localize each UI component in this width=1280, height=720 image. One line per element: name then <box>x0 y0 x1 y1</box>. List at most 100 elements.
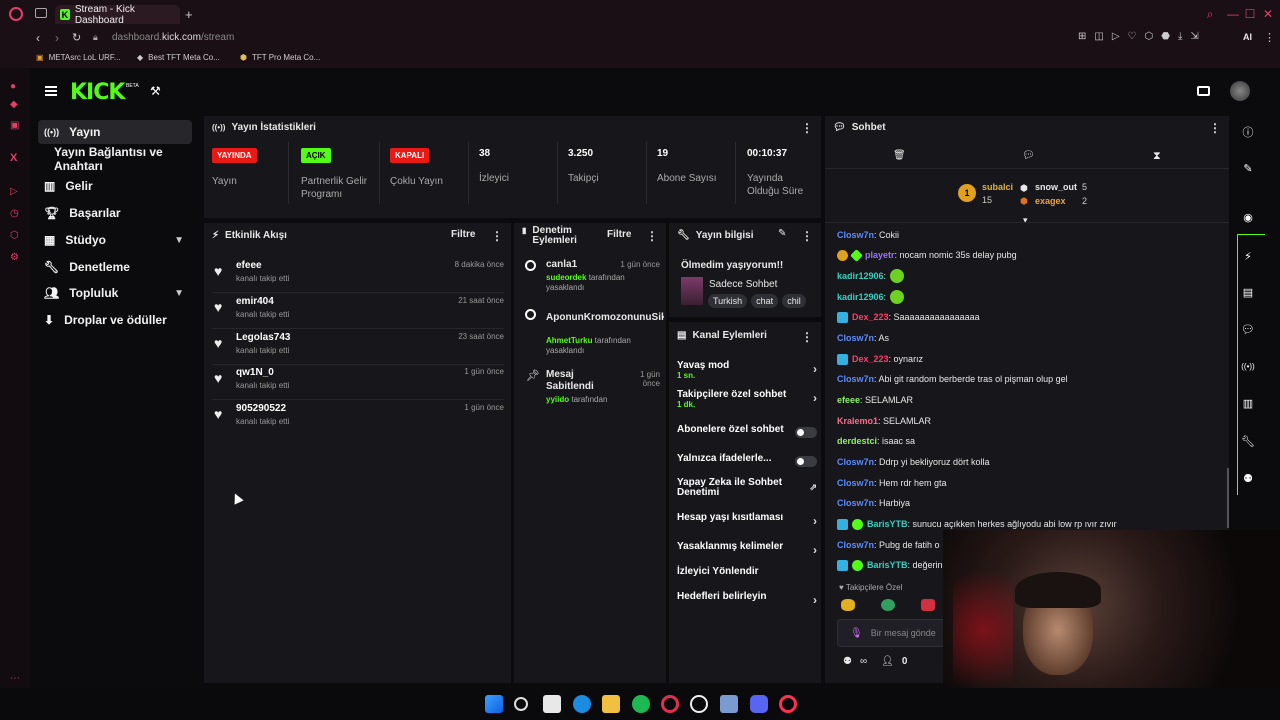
kebab-menu-icon[interactable]: ⋮ <box>801 229 813 243</box>
action-goals[interactable]: Hedefleri belirleyin › <box>677 591 817 607</box>
action-followers-only[interactable]: Takipçilere özel sohbet 1 dk. › <box>677 389 817 409</box>
menu-icon[interactable]: ⋮ <box>1264 31 1275 44</box>
toggle-switch[interactable] <box>795 427 817 438</box>
reload-icon[interactable]: ↻ <box>72 31 81 44</box>
url-field[interactable]: dashboard.kick.com/stream <box>112 32 234 43</box>
store-icon[interactable] <box>543 695 561 713</box>
toggle-switch[interactable] <box>795 456 817 467</box>
chat-message[interactable]: kadir12906: <box>837 288 1227 306</box>
microphone-icon[interactable]: 🎙︎ <box>850 628 863 639</box>
tag[interactable]: Turkish <box>708 294 748 308</box>
sidebar-app-icon[interactable]: ◆ <box>10 99 18 110</box>
sidebar-app-icon[interactable]: ▷ <box>10 186 18 197</box>
back-icon[interactable]: ‹ <box>36 31 40 45</box>
sidebar-item-achievements[interactable]: 🏆︎ Başarılar <box>38 201 192 225</box>
theater-mode-icon[interactable] <box>1197 86 1210 96</box>
pencil-icon[interactable]: ✎ <box>1232 156 1264 180</box>
action-account-age[interactable]: Hesap yaşı kısıtlaması › <box>677 512 817 528</box>
app-icon[interactable] <box>720 695 738 713</box>
minimize-icon[interactable]: — <box>1225 6 1241 22</box>
list-item[interactable]: ♥ 905290522 kanalı takip etti 1 gün önce <box>212 400 504 436</box>
chat-message[interactable]: Closw7n: Harbiya <box>837 494 1227 512</box>
kebab-menu-icon[interactable]: ⋮ <box>491 229 503 243</box>
search-icon[interactable]: ⌕ <box>1202 6 1218 22</box>
emote-icon[interactable] <box>841 599 855 611</box>
action-banned-words[interactable]: Yasaklanmış kelimeler › <box>677 541 817 557</box>
whatsapp-icon[interactable] <box>690 695 708 713</box>
sidebar-item-drops[interactable]: ⬇ Droplar ve ödüller <box>38 308 192 332</box>
chat-message[interactable]: Closw7n: Cokii <box>837 226 1227 244</box>
list-item[interactable]: ♥ emir404 kanalı takip etti 21 saat önce <box>212 293 504 329</box>
collapse-icon[interactable]: ▾ <box>1023 215 1028 226</box>
action-slow-mode[interactable]: Yavaş mod 1 sn. › <box>677 360 817 380</box>
sidebar-app-icon[interactable]: ⬡ <box>10 230 19 241</box>
chat-message[interactable]: playetr: nocam nomic 35s delay pubg <box>837 246 1227 264</box>
hammer-icon[interactable]: ⚒ <box>150 84 161 98</box>
infinity-icon[interactable]: ∞ <box>860 656 867 667</box>
spotify-icon[interactable] <box>632 695 650 713</box>
list-item[interactable]: ♥ qw1N_0 kanalı takip etti 1 gün önce <box>212 364 504 400</box>
category-name[interactable]: Sadece Sohbet <box>709 279 777 290</box>
sidebar-item-moderation[interactable]: 🔧︎ Denetleme <box>38 255 192 279</box>
users-icon[interactable]: ⚉ <box>843 656 852 667</box>
list-item[interactable]: ♥ efeee kanalı takip etti 8 dakika önce <box>212 257 504 293</box>
action-subs-only[interactable]: Abonelere özel sohbet <box>677 424 817 438</box>
chat-input[interactable]: 🎙︎ Bir mesaj gönde <box>837 619 945 647</box>
settings-icon[interactable]: ⚙ <box>10 252 19 263</box>
tab-overview-icon[interactable] <box>35 8 47 18</box>
opera-icon[interactable] <box>661 695 679 713</box>
windows-start-icon[interactable] <box>485 695 503 713</box>
action-emotes-only[interactable]: Yalnızca ifadelerle... <box>677 453 817 467</box>
sidebar-app-icon[interactable]: ◷ <box>10 208 19 219</box>
action-ai-moderation[interactable]: Yapay Zeka ile Sohbet Denetimi ⇗ <box>677 478 817 498</box>
chat-message[interactable]: kadir12906: <box>837 267 1227 285</box>
search-icon[interactable] <box>514 697 528 711</box>
opera-logo-icon[interactable] <box>9 7 23 21</box>
chat-message[interactable]: Closw7n: Hem rdr hem gta <box>837 474 1227 492</box>
tag[interactable]: chil <box>782 294 806 308</box>
chat-bubble-icon[interactable]: 💬︎ <box>1022 150 1035 161</box>
kebab-menu-icon[interactable]: ⋮ <box>1209 121 1221 135</box>
kebab-menu-icon[interactable]: ⋮ <box>801 330 813 344</box>
kebab-menu-icon[interactable]: ⋮ <box>801 121 813 135</box>
emote-icon[interactable] <box>881 599 895 611</box>
discord-icon[interactable] <box>750 695 768 713</box>
sidebar-item-stream[interactable]: ((•)) Yayın <box>38 120 192 144</box>
sidebar-item-stream-key[interactable]: Yayın Bağlantısı ve Anahtarı <box>38 145 208 173</box>
close-icon[interactable]: ✕ <box>1260 6 1276 22</box>
filter-button[interactable]: Filtre <box>451 229 475 240</box>
action-raid[interactable]: İzleyici Yönlendir <box>677 566 817 577</box>
bookmark-item[interactable]: ⬢ TFT Pro Meta Co... <box>240 53 320 62</box>
filter-button[interactable]: Filtre <box>607 229 631 240</box>
sidebar-app-icon[interactable]: ▣ <box>10 120 19 131</box>
browser-tab[interactable]: K Stream - Kick Dashboard <box>55 4 180 26</box>
sidebar-app-icon[interactable]: X <box>10 152 17 164</box>
folder-icon[interactable] <box>602 695 620 713</box>
sidebar-item-studio[interactable]: ▦ Stüdyo ▼ <box>38 228 192 252</box>
chat-message[interactable]: Closw7n: Ddrp yi bekliyoruz dört kolla <box>837 453 1227 471</box>
sidebar-item-community[interactable]: 👥︎ Topluluk ▼ <box>38 281 192 305</box>
edge-icon[interactable] <box>573 695 591 713</box>
sidebar-item-revenue[interactable]: ▥ Gelir <box>38 174 192 198</box>
emote-icon[interactable] <box>921 599 935 611</box>
list-item[interactable]: ♥ Legolas743 kanalı takip etti 23 saat önce <box>212 329 504 365</box>
trash-icon[interactable]: 🗑︎ <box>893 150 906 161</box>
ai-button[interactable]: AI <box>1243 32 1252 42</box>
scrollbar[interactable] <box>1227 468 1229 528</box>
more-icon[interactable]: ⋯ <box>10 673 20 684</box>
camera-icon[interactable]: ◉ <box>1232 205 1264 229</box>
maximize-icon[interactable]: ☐ <box>1242 6 1258 22</box>
toolbar-icons[interactable]: ⊞◫▷♡⬡⬣⤓⇲ <box>1078 31 1207 42</box>
sidebar-app-icon[interactable]: ● <box>10 81 16 92</box>
chat-message[interactable]: derdestci: isaac sa <box>837 432 1227 450</box>
new-tab-button[interactable]: + <box>185 7 193 22</box>
chat-message[interactable]: Kralemo1: SELAMLAR <box>837 412 1227 430</box>
kebab-menu-icon[interactable]: ⋮ <box>646 229 658 243</box>
chat-message[interactable]: Dex_223: Saaaaaaaaaaaaaaaa <box>837 308 1227 326</box>
forward-icon[interactable]: › <box>55 31 59 45</box>
avatar[interactable] <box>1230 81 1250 101</box>
tag[interactable]: chat <box>751 294 779 308</box>
hamburger-menu-icon[interactable] <box>45 86 57 96</box>
chat-message[interactable]: Closw7n: As <box>837 329 1227 347</box>
edit-icon[interactable]: ✎ <box>778 228 786 239</box>
